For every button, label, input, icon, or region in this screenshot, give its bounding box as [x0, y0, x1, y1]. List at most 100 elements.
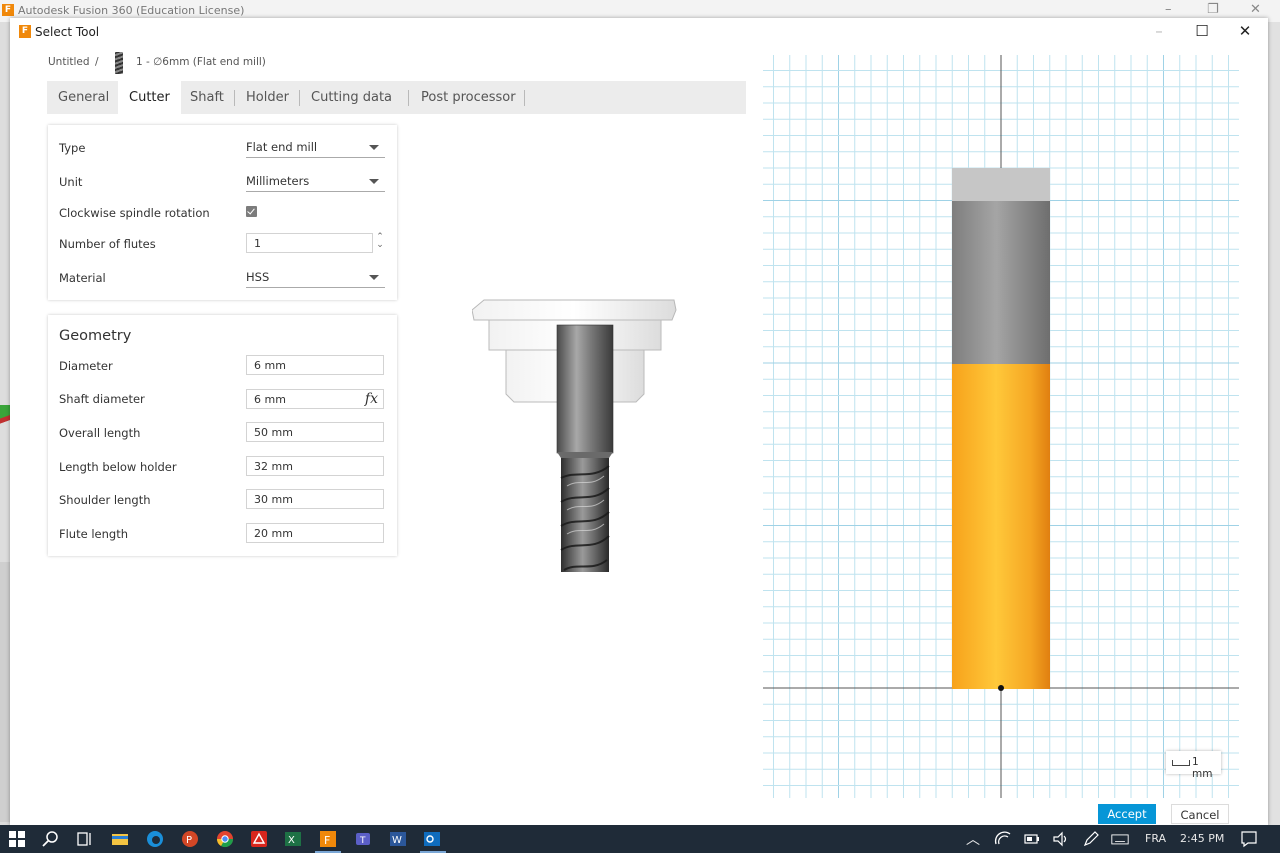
flutes-input[interactable]: 1	[246, 233, 373, 253]
scale-bar-icon	[1172, 760, 1190, 766]
word-icon[interactable]: W	[389, 830, 407, 848]
unit-select[interactable]: Millimeters	[246, 171, 385, 192]
unit-value: Millimeters	[246, 174, 310, 188]
svg-text:P: P	[186, 835, 192, 846]
svg-text:X: X	[288, 835, 295, 846]
tab-post-processor[interactable]: Post processor	[410, 81, 527, 114]
cancel-button[interactable]: Cancel	[1171, 804, 1229, 824]
shank	[556, 324, 614, 454]
select-tool-dialog: F Select Tool – ☐ ✕ Untitled / 1 - ∅6mm …	[10, 18, 1268, 825]
shaft-diameter-input[interactable]: 6 mm fx	[246, 389, 384, 409]
clock[interactable]: 2:45 PM	[1180, 832, 1224, 845]
clockwise-label: Clockwise spindle rotation	[59, 206, 210, 220]
windows-taskbar: P X F T W ︿ FRA 2:45 PM	[0, 825, 1280, 853]
background-viewport-left	[0, 22, 10, 825]
diameter-label: Diameter	[59, 359, 113, 373]
holder-profile	[952, 168, 1050, 202]
chevron-down-icon[interactable]: ⌄	[375, 241, 385, 250]
overall-length-label: Overall length	[59, 426, 141, 440]
svg-text:F: F	[324, 834, 330, 847]
shoulder-length-label: Shoulder length	[59, 493, 151, 507]
teams-icon[interactable]: T	[354, 830, 372, 848]
shoulder-length-input[interactable]: 30 mm	[246, 489, 384, 509]
tab-cutting-data[interactable]: Cutting data	[300, 81, 403, 114]
app-restore-button[interactable]: ❐	[1207, 2, 1219, 17]
chevron-down-icon	[369, 179, 379, 184]
file-explorer-icon[interactable]	[111, 830, 129, 848]
flute-length-label: Flute length	[59, 527, 128, 541]
background-model-fragment	[0, 562, 10, 822]
holder-flange	[472, 299, 677, 321]
scale-indicator: 1 mm	[1166, 751, 1221, 780]
flute-length-input[interactable]: 20 mm	[246, 523, 384, 543]
network-icon[interactable]	[994, 830, 1012, 848]
close-button[interactable]: ✕	[1231, 22, 1259, 42]
flutes-stepper[interactable]: ⌃ ⌄	[375, 233, 385, 253]
language-indicator[interactable]: FRA	[1145, 832, 1166, 845]
length-below-holder-label: Length below holder	[59, 460, 177, 474]
tab-general[interactable]: General	[47, 81, 120, 114]
windows-start-icon[interactable]	[8, 830, 26, 848]
flute-length-value: 20 mm	[254, 527, 293, 540]
overall-length-value: 50 mm	[254, 426, 293, 439]
tab-cutter[interactable]: Cutter	[118, 81, 181, 114]
accept-button[interactable]: Accept	[1098, 804, 1156, 824]
breadcrumb-root[interactable]: Untitled	[48, 56, 90, 68]
geometry-title: Geometry	[59, 328, 132, 344]
diameter-input[interactable]: 6 mm	[246, 355, 384, 375]
outlook-icon[interactable]	[423, 830, 441, 848]
diameter-value: 6 mm	[254, 359, 286, 372]
volume-icon[interactable]	[1052, 830, 1070, 848]
minimize-button[interactable]: –	[1145, 22, 1173, 42]
svg-text:W: W	[392, 835, 402, 846]
tab-shaft[interactable]: Shaft	[179, 81, 235, 114]
dialog-title: Select Tool	[35, 25, 100, 39]
acrobat-icon[interactable]	[250, 830, 268, 848]
battery-icon[interactable]	[1023, 830, 1041, 848]
tool-3d-render[interactable]	[472, 280, 678, 572]
type-label: Type	[59, 141, 86, 155]
tab-bar: General Cutter Shaft Holder Cutting data…	[47, 81, 746, 114]
fusion-logo-icon: F	[19, 25, 31, 38]
powerpoint-icon[interactable]: P	[181, 830, 199, 848]
background-viewport-right	[1268, 22, 1280, 825]
app-close-button[interactable]: ✕	[1250, 2, 1261, 17]
task-view-icon[interactable]	[76, 830, 94, 848]
fusion360-icon[interactable]: F	[319, 830, 337, 848]
app-minimize-button[interactable]: –	[1165, 2, 1172, 17]
chevron-down-icon	[369, 275, 379, 280]
svg-text:T: T	[359, 836, 366, 846]
breadcrumb-separator: /	[95, 56, 99, 68]
formula-fx-icon[interactable]: fx	[365, 391, 378, 407]
clockwise-checkbox[interactable]	[246, 206, 257, 217]
tool-profile-grid-preview[interactable]	[763, 55, 1239, 798]
cutter-panel: Type Flat end mill Unit Millimeters Cloc…	[48, 125, 397, 300]
tab-holder[interactable]: Holder	[235, 81, 300, 114]
flutes-value: 1	[254, 237, 261, 250]
show-hidden-icons-icon[interactable]: ︿	[966, 829, 980, 849]
maximize-button[interactable]: ☐	[1188, 22, 1216, 42]
shoulder-length-value: 30 mm	[254, 493, 293, 506]
excel-icon[interactable]: X	[284, 830, 302, 848]
type-value: Flat end mill	[246, 140, 318, 154]
material-select[interactable]: HSS	[246, 267, 385, 288]
keyboard-icon[interactable]	[1111, 830, 1129, 848]
shaft-diameter-label: Shaft diameter	[59, 392, 145, 406]
length-below-holder-input[interactable]: 32 mm	[246, 456, 384, 476]
notifications-icon[interactable]	[1240, 830, 1258, 848]
breadcrumb-tool: 1 - ∅6mm (Flat end mill)	[136, 56, 266, 68]
edge-icon[interactable]	[146, 830, 164, 848]
tab-separator	[408, 90, 409, 106]
background-model-fragment	[0, 405, 10, 435]
scale-label: 1 mm	[1192, 756, 1213, 780]
type-select[interactable]: Flat end mill	[246, 137, 385, 158]
chrome-icon[interactable]	[216, 830, 234, 848]
fusion-logo-icon: F	[2, 4, 14, 16]
material-value: HSS	[246, 270, 270, 284]
overall-length-input[interactable]: 50 mm	[246, 422, 384, 442]
dialog-titlebar[interactable]: F Select Tool – ☐ ✕	[10, 18, 1268, 46]
shank-profile	[952, 201, 1050, 364]
search-icon[interactable]	[42, 830, 60, 848]
pen-icon[interactable]	[1082, 830, 1100, 848]
tool-origin-point	[998, 685, 1004, 691]
